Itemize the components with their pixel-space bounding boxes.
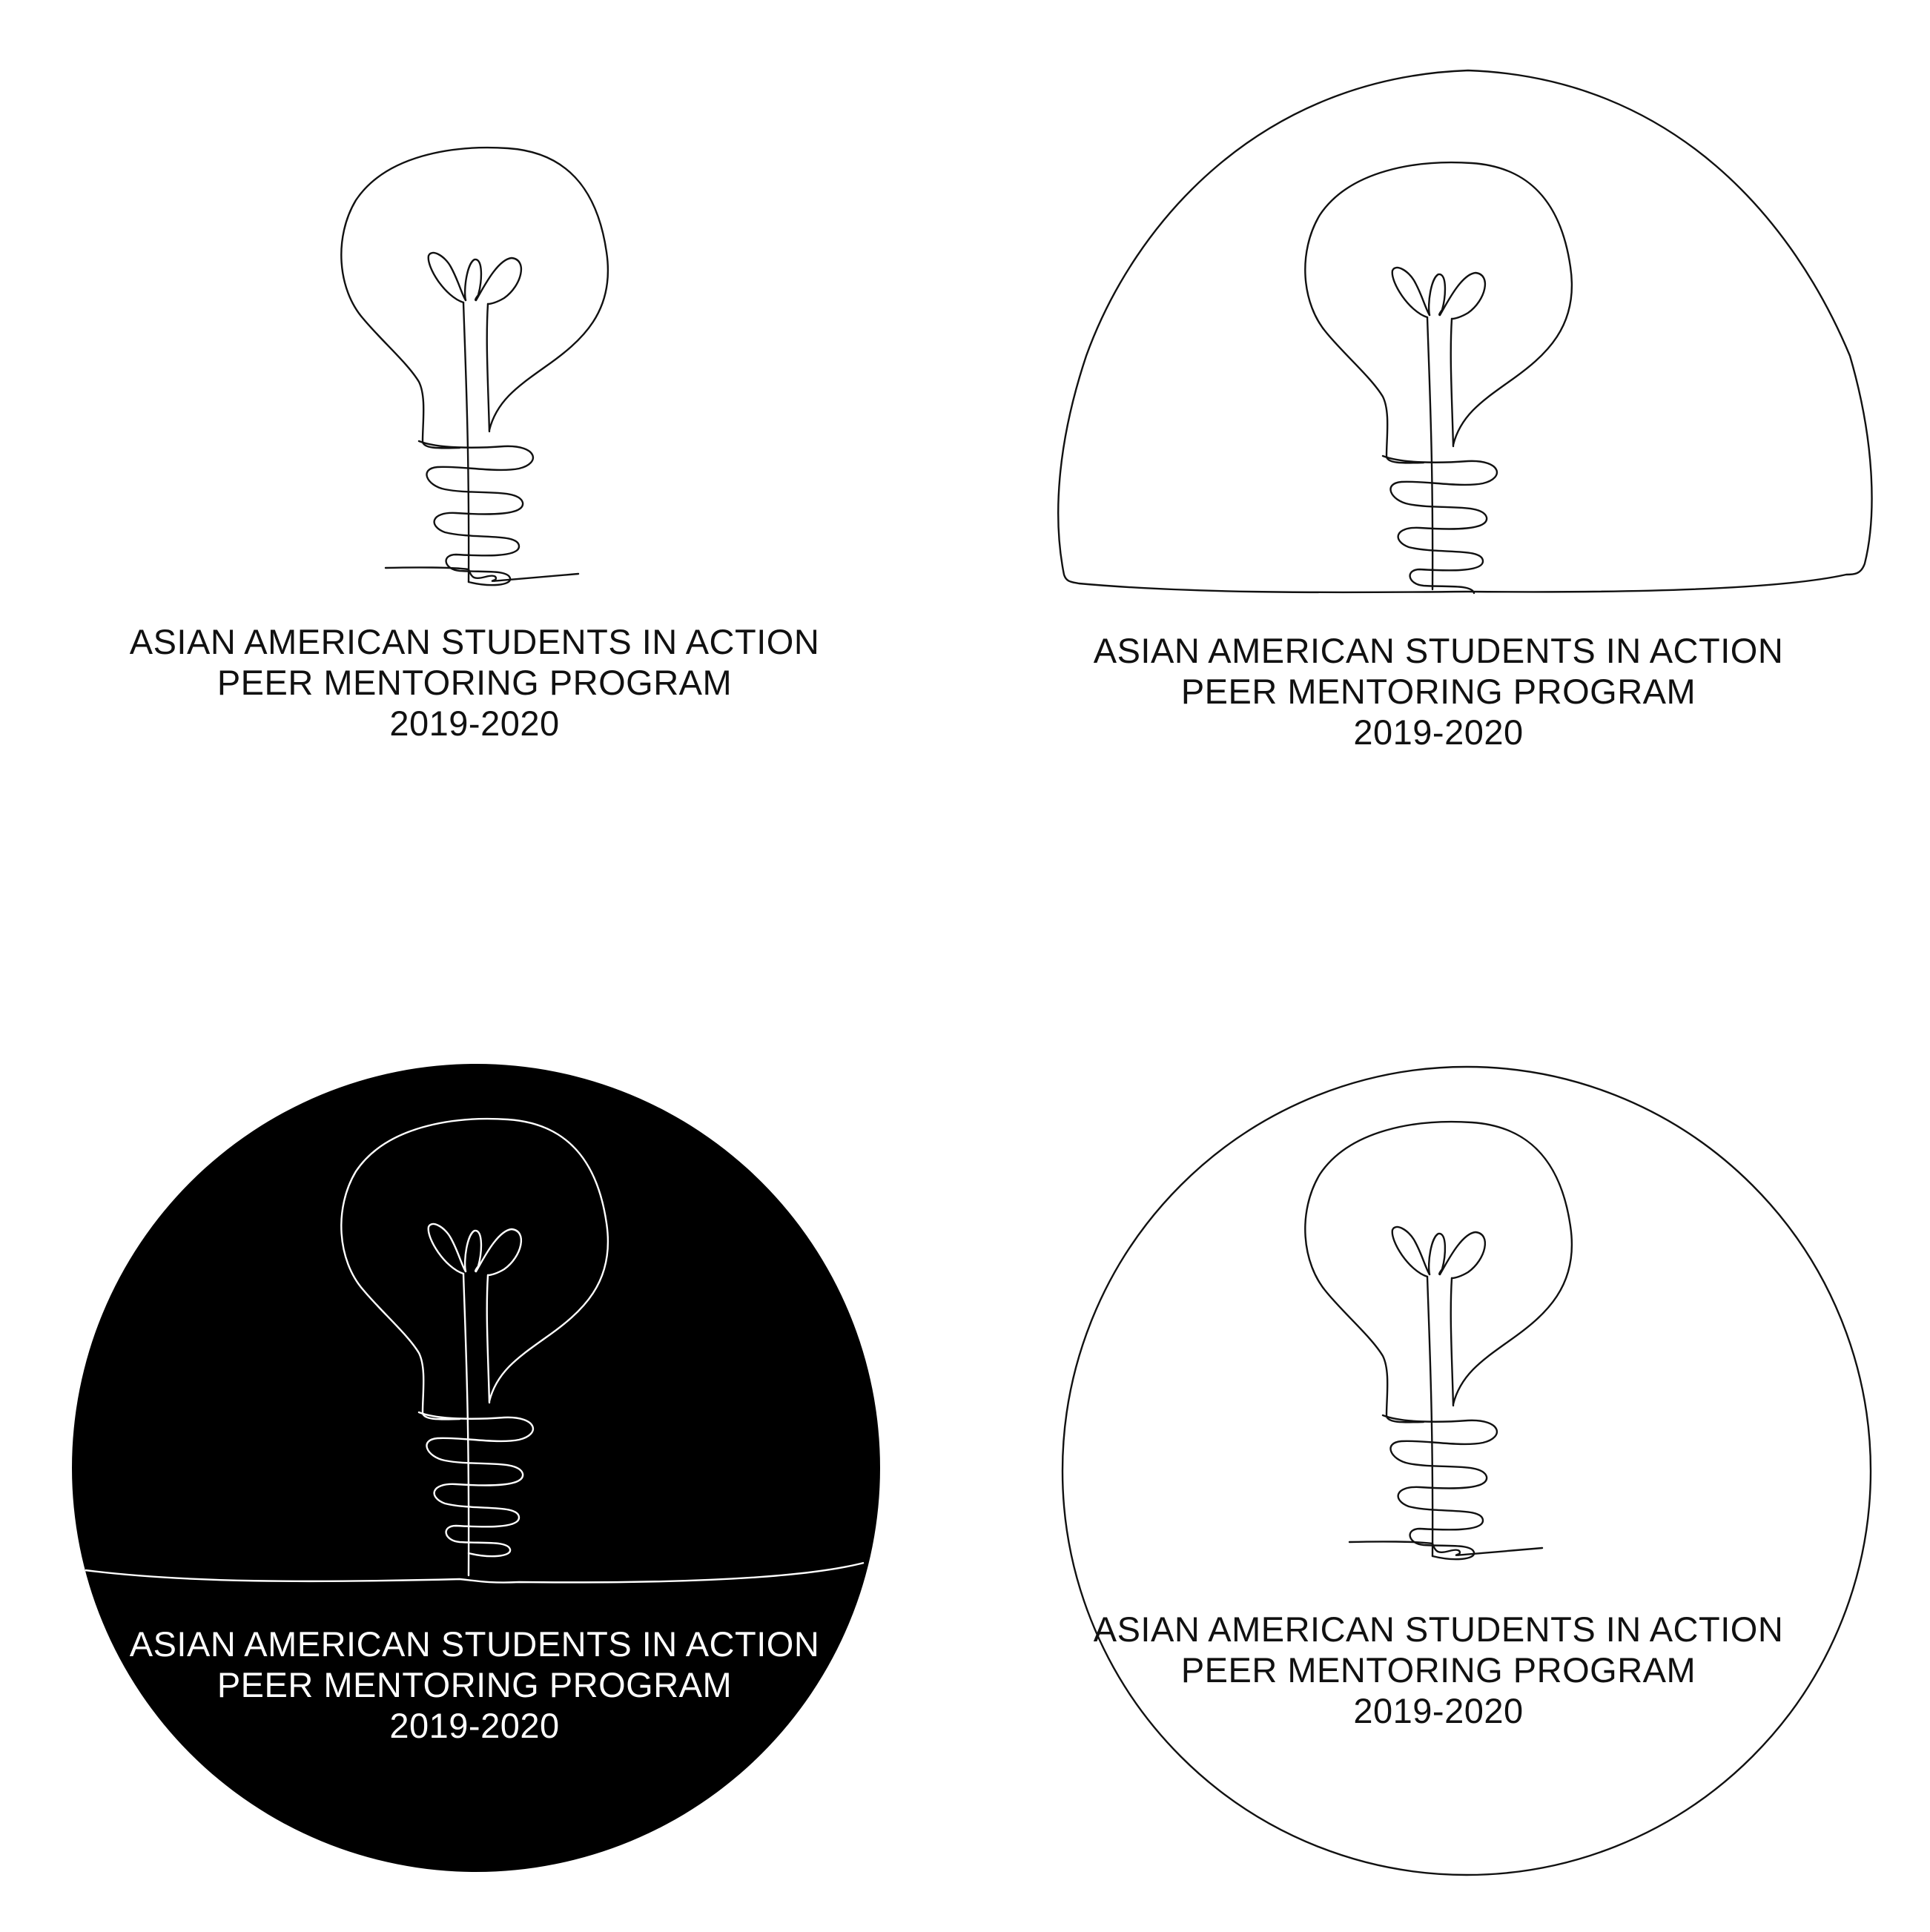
caption-line-program: PEER MENTORING PROGRAM	[217, 1665, 733, 1704]
caption: ASIAN AMERICAN STUDENTS IN ACTION PEER M…	[104, 1624, 845, 1746]
caption-line-program: PEER MENTORING PROGRAM	[217, 663, 733, 702]
logo-sheet: ASIAN AMERICAN STUDENTS IN ACTION PEER M…	[0, 0, 1930, 1932]
caption-line-org: ASIAN AMERICAN STUDENTS IN ACTION	[1093, 631, 1784, 670]
caption: ASIAN AMERICAN STUDENTS IN ACTION PEER M…	[1068, 630, 1809, 752]
caption-line-org: ASIAN AMERICAN STUDENTS IN ACTION	[129, 1624, 820, 1664]
logo-variant-dome: ASIAN AMERICAN STUDENTS IN ACTION PEER M…	[964, 0, 1930, 964]
lightbulb-icon	[340, 146, 609, 586]
black-circle-badge	[72, 1064, 880, 1872]
caption: ASIAN AMERICAN STUDENTS IN ACTION PEER M…	[1068, 1609, 1809, 1731]
lightbulb-icon	[1304, 161, 1573, 595]
caption-line-year: 2019-2020	[389, 704, 560, 743]
caption-line-org: ASIAN AMERICAN STUDENTS IN ACTION	[1093, 1610, 1784, 1649]
caption-line-program: PEER MENTORING PROGRAM	[1180, 672, 1696, 711]
caption: ASIAN AMERICAN STUDENTS IN ACTION PEER M…	[104, 621, 845, 744]
caption-line-year: 2019-2020	[1353, 712, 1524, 752]
caption-line-program: PEER MENTORING PROGRAM	[1180, 1650, 1696, 1690]
logo-variant-plain: ASIAN AMERICAN STUDENTS IN ACTION PEER M…	[0, 0, 964, 964]
caption-line-org: ASIAN AMERICAN STUDENTS IN ACTION	[129, 622, 820, 661]
logo-variant-black-circle: ASIAN AMERICAN STUDENTS IN ACTION PEER M…	[0, 964, 964, 1932]
caption-line-year: 2019-2020	[1353, 1691, 1524, 1730]
lightbulb-icon	[1304, 1120, 1573, 1561]
circle-outline-badge	[1061, 1065, 1872, 1876]
logo-variant-circle-outline: ASIAN AMERICAN STUDENTS IN ACTION PEER M…	[964, 964, 1930, 1932]
dome-outline-icon	[1057, 69, 1873, 595]
caption-line-year: 2019-2020	[389, 1706, 560, 1745]
